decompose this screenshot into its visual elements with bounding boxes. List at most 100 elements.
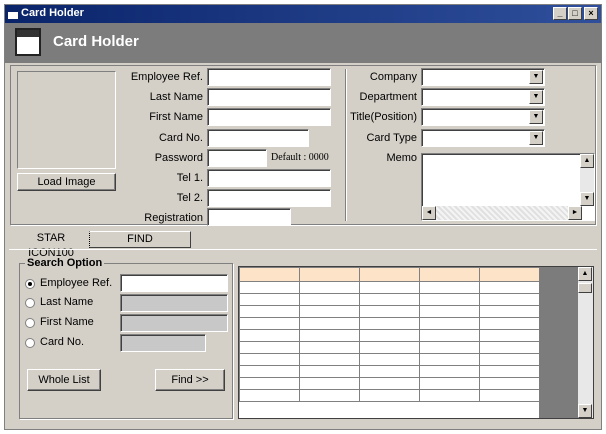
results-grid[interactable]: ▲ ▼ [238, 266, 594, 419]
grid-cell[interactable] [419, 329, 480, 342]
tab-find[interactable]: FIND [89, 231, 191, 248]
grid-cell[interactable] [359, 329, 420, 342]
department-select[interactable]: ▼ [421, 88, 545, 106]
first-name-field[interactable] [207, 108, 331, 126]
grid-cell[interactable] [479, 317, 540, 330]
grid-cell[interactable] [299, 305, 360, 318]
chevron-down-icon[interactable]: ▼ [529, 131, 543, 145]
grid-cell[interactable] [359, 281, 420, 294]
grid-cell[interactable] [299, 377, 360, 390]
table-row[interactable] [239, 293, 540, 306]
grid-cell[interactable] [479, 377, 540, 390]
grid-cell[interactable] [359, 317, 420, 330]
registration-field[interactable] [207, 208, 291, 226]
grid-cell[interactable] [239, 293, 300, 306]
grid-header-cell[interactable] [419, 267, 480, 282]
chevron-down-icon[interactable]: ▼ [529, 70, 543, 84]
grid-cell[interactable] [299, 365, 360, 378]
grid-cell[interactable] [239, 281, 300, 294]
grid-cell[interactable] [359, 305, 420, 318]
grid-cell[interactable] [479, 341, 540, 354]
grid-cell[interactable] [479, 365, 540, 378]
title-position-select[interactable]: ▼ [421, 108, 545, 126]
grid-cell[interactable] [479, 281, 540, 294]
grid-cell[interactable] [419, 341, 480, 354]
scroll-up-icon[interactable]: ▲ [578, 267, 592, 281]
scroll-down-icon[interactable]: ▼ [580, 192, 594, 206]
grid-cell[interactable] [239, 389, 300, 402]
radio-button[interactable] [25, 298, 35, 308]
scroll-down-icon[interactable]: ▼ [578, 404, 592, 418]
grid-cell[interactable] [299, 389, 360, 402]
grid-cell[interactable] [359, 353, 420, 366]
grid-cell[interactable] [419, 305, 480, 318]
table-row[interactable] [239, 377, 540, 390]
table-row[interactable] [239, 389, 540, 402]
grid-cell[interactable] [359, 341, 420, 354]
whole-list-button[interactable]: Whole List [27, 369, 101, 391]
scroll-right-icon[interactable]: ► [568, 206, 582, 220]
grid-cell[interactable] [419, 365, 480, 378]
grid-cell[interactable] [239, 365, 300, 378]
load-image-button[interactable]: Load Image [17, 173, 116, 191]
table-row[interactable] [239, 317, 540, 330]
grid-cell[interactable] [479, 305, 540, 318]
scroll-left-icon[interactable]: ◄ [422, 206, 436, 220]
table-row[interactable] [239, 341, 540, 354]
grid-cell[interactable] [419, 281, 480, 294]
tel1-field[interactable] [207, 169, 331, 187]
grid-cell[interactable] [359, 293, 420, 306]
table-row[interactable] [239, 305, 540, 318]
grid-vertical-scrollbar[interactable]: ▲ ▼ [578, 267, 593, 418]
table-row[interactable] [239, 365, 540, 378]
grid-cell[interactable] [419, 317, 480, 330]
table-row[interactable] [239, 329, 540, 342]
memo-textarea[interactable]: ▲ ▼ ◄ ► [421, 153, 595, 221]
grid-cell[interactable] [479, 353, 540, 366]
grid-cell[interactable] [479, 389, 540, 402]
grid-cell[interactable] [299, 329, 360, 342]
password-field[interactable] [207, 149, 267, 167]
grid-cell[interactable] [479, 293, 540, 306]
radio-button[interactable] [25, 338, 35, 348]
grid-cell[interactable] [299, 293, 360, 306]
grid-cell[interactable] [299, 281, 360, 294]
search-employee-ref-field[interactable] [120, 274, 228, 292]
grid-cell[interactable] [239, 341, 300, 354]
grid-cell[interactable] [299, 317, 360, 330]
minimize-button[interactable]: _ [553, 7, 567, 20]
grid-cell[interactable] [239, 353, 300, 366]
grid-cell[interactable] [479, 329, 540, 342]
grid-header-cell[interactable] [359, 267, 420, 282]
card-no-field[interactable] [207, 129, 309, 147]
grid-cell[interactable] [239, 305, 300, 318]
close-button[interactable]: × [584, 7, 598, 20]
radio-button[interactable] [25, 279, 35, 289]
grid-cell[interactable] [359, 377, 420, 390]
grid-cell[interactable] [419, 293, 480, 306]
tab-star-icon100[interactable]: STAR ICON100 [13, 231, 89, 259]
card-type-select[interactable]: ▼ [421, 129, 545, 147]
scroll-thumb[interactable] [578, 283, 592, 293]
chevron-down-icon[interactable]: ▼ [529, 90, 543, 104]
last-name-field[interactable] [207, 88, 331, 106]
grid-cell[interactable] [239, 377, 300, 390]
grid-cell[interactable] [239, 329, 300, 342]
title-bar[interactable]: Card Holder _ □ × [5, 5, 601, 23]
grid-cell[interactable] [419, 377, 480, 390]
grid-header-cell[interactable] [239, 267, 300, 282]
employee-ref-field[interactable] [207, 68, 331, 86]
grid-cell[interactable] [239, 317, 300, 330]
results-table[interactable] [239, 267, 540, 402]
grid-cell[interactable] [299, 341, 360, 354]
tel2-field[interactable] [207, 189, 331, 207]
radio-button[interactable] [25, 318, 35, 328]
scroll-up-icon[interactable]: ▲ [580, 154, 594, 168]
grid-header-cell[interactable] [479, 267, 540, 282]
find-button[interactable]: Find >> [155, 369, 225, 391]
grid-cell[interactable] [419, 389, 480, 402]
grid-cell[interactable] [299, 353, 360, 366]
grid-header-cell[interactable] [299, 267, 360, 282]
memo-horizontal-scrollbar[interactable] [422, 206, 582, 220]
company-select[interactable]: ▼ [421, 68, 545, 86]
